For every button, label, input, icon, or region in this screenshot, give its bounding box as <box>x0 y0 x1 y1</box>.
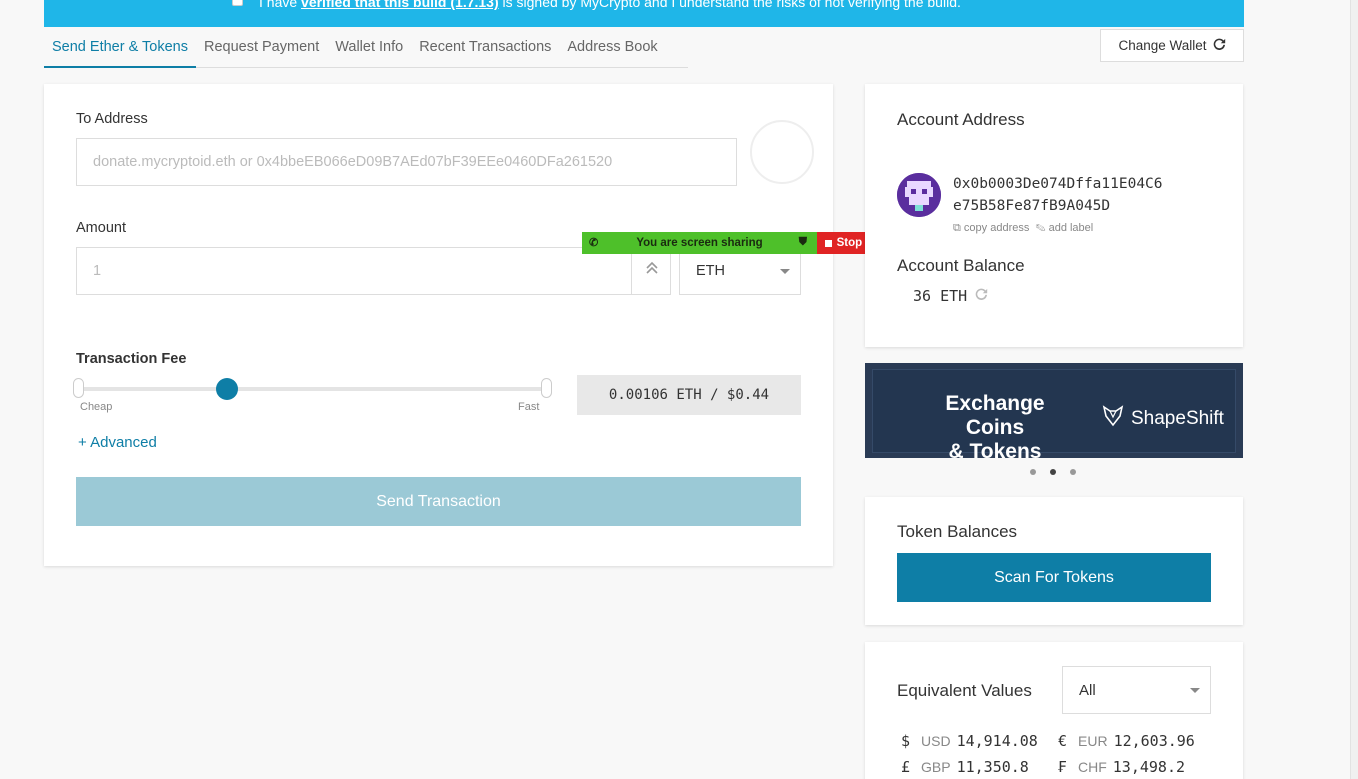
fee-slider-max <box>541 378 552 398</box>
shapeshift-promo[interactable]: Exchange Coins & Tokens ShapeShift <box>865 363 1243 463</box>
equivalent-values-title: Equivalent Values <box>897 681 1032 700</box>
verify-checkbox[interactable] <box>232 0 243 6</box>
rate-value: 12,603.96 <box>1113 732 1195 750</box>
screen-sharing-message: You are screen sharing <box>636 237 763 249</box>
currency-filter-value: All <box>1079 681 1096 699</box>
token-balances-title: Token Balances <box>897 522 1018 541</box>
fee-slider-handle[interactable] <box>216 378 238 400</box>
transaction-fee-label: Transaction Fee <box>76 351 187 367</box>
page-scrollbar[interactable] <box>1350 0 1358 779</box>
account-balance: 36 ETH <box>913 287 988 305</box>
rate-code: USD <box>921 733 951 749</box>
pencil-icon: ✎ <box>1035 222 1046 234</box>
fox-icon <box>1101 404 1125 434</box>
wallet-tabs: Send Ether & Tokens Request Payment Wall… <box>44 34 688 68</box>
carousel-dot-3[interactable] <box>1070 469 1076 475</box>
verify-build-banner: I have verified that this build (1.7.13)… <box>44 0 1244 27</box>
chevron-down-icon <box>1190 688 1200 693</box>
address-actions: ⧉ copy address ✎ add label <box>953 222 1093 235</box>
to-address-label: To Address <box>76 111 148 127</box>
rate-value: 13,498.2 <box>1112 758 1186 776</box>
promo-carousel-dots <box>1030 469 1076 475</box>
unit-select[interactable]: ETH <box>679 247 801 295</box>
account-address-title: Account Address <box>897 110 1025 129</box>
amount-input[interactable]: 1 <box>76 247 671 295</box>
verify-suffix: is signed by MyCrypto and I understand t… <box>498 0 961 10</box>
copy-icon: ⧉ <box>953 222 961 234</box>
verify-text: I have verified that this build (1.7.13)… <box>259 0 961 10</box>
rate-usd: $ USD 14,914.08 <box>901 732 1038 750</box>
rate-value: 14,914.08 <box>956 732 1038 750</box>
shapeshift-headline-line1: Exchange Coins <box>945 392 1045 439</box>
stop-icon <box>824 239 832 247</box>
send-transaction-card: To Address donate.mycryptoid.eth or 0x4b… <box>44 84 833 566</box>
rate-symbol: £ <box>901 758 911 776</box>
account-address-line2: e75B58Fe87fB9A045D <box>953 198 1111 214</box>
rate-eur: € EUR 12,603.96 <box>1058 732 1195 750</box>
fee-value: 0.00106 ETH / $0.44 <box>577 375 801 415</box>
unit-select-value: ETH <box>696 263 725 279</box>
fee-fast-label: Fast <box>518 401 540 413</box>
account-balance-value: 36 ETH <box>913 287 968 305</box>
rate-code: CHF <box>1078 759 1107 775</box>
screen-sharing-bar[interactable]: ✆ You are screen sharing ⛊ <box>582 232 817 254</box>
change-wallet-button[interactable]: Change Wallet <box>1100 29 1244 62</box>
account-balance-title: Account Balance <box>897 256 1025 275</box>
rate-chf: ₣ CHF 13,498.2 <box>1058 758 1185 776</box>
send-everything-button[interactable] <box>631 247 671 294</box>
amount-label: Amount <box>76 220 126 236</box>
double-chevron-up-icon <box>645 261 659 280</box>
rate-symbol: $ <box>901 732 911 750</box>
carousel-dot-1[interactable] <box>1030 469 1036 475</box>
advanced-toggle[interactable]: + Advanced <box>78 434 157 451</box>
tab-wallet-info[interactable]: Wallet Info <box>327 34 411 68</box>
shapeshift-headline-line2: & Tokens <box>948 440 1042 463</box>
shield-icon: ⛊ <box>798 236 807 248</box>
shapeshift-headline: Exchange Coins & Tokens <box>915 392 1075 464</box>
account-address-line1: 0x0b0003De074Dffa11E04C6 <box>953 176 1163 192</box>
token-balances-card: Token Balances Scan For Tokens <box>865 497 1243 625</box>
scan-for-tokens-button[interactable]: Scan For Tokens <box>897 553 1211 602</box>
rate-gbp: £ GBP 11,350.8 <box>901 758 1029 776</box>
add-label-link[interactable]: add label <box>1049 222 1094 234</box>
tab-request-payment[interactable]: Request Payment <box>196 34 327 68</box>
account-card: Account Address 0x0b0003De074Dffa11E04C6… <box>865 84 1243 347</box>
phone-icon: ✆ <box>589 237 599 249</box>
shapeshift-promo-inner: Exchange Coins & Tokens ShapeShift <box>872 369 1236 463</box>
refresh-balance-icon[interactable] <box>975 287 988 305</box>
change-wallet-label: Change Wallet <box>1118 38 1207 53</box>
rate-code: GBP <box>921 759 951 775</box>
shapeshift-brand: ShapeShift <box>1131 408 1224 429</box>
send-transaction-button[interactable]: Send Transaction <box>76 477 801 526</box>
account-address: 0x0b0003De074Dffa11E04C6 e75B58Fe87fB9A0… <box>953 173 1203 217</box>
copy-address-link[interactable]: copy address <box>964 222 1029 234</box>
tab-recent-transactions[interactable]: Recent Transactions <box>411 34 559 68</box>
rate-value: 11,350.8 <box>956 758 1029 776</box>
fee-slider-track[interactable] <box>78 387 548 391</box>
rate-symbol: ₣ <box>1058 758 1068 776</box>
chevron-down-icon <box>780 269 790 274</box>
rate-symbol: € <box>1058 732 1068 750</box>
fee-cheap-label: Cheap <box>80 401 113 413</box>
rate-code: EUR <box>1078 733 1108 749</box>
fee-slider-min <box>73 378 84 398</box>
tab-send-ether-tokens[interactable]: Send Ether & Tokens <box>44 34 196 68</box>
verify-prefix: I have <box>259 0 302 10</box>
amount-placeholder: 1 <box>93 263 102 279</box>
tab-address-book[interactable]: Address Book <box>559 34 665 68</box>
avatar <box>897 173 941 217</box>
to-address-input[interactable]: donate.mycryptoid.eth or 0x4bbeEB066eD09… <box>76 138 737 186</box>
to-address-placeholder: donate.mycryptoid.eth or 0x4bbeEB066eD09… <box>93 154 613 170</box>
verify-link[interactable]: verified that this build (1.7.13) <box>301 0 499 10</box>
carousel-dot-2[interactable] <box>1050 469 1056 475</box>
currency-filter-select[interactable]: All <box>1062 666 1211 714</box>
equivalent-values-card: Equivalent Values All $ USD 14,914.08 € … <box>865 642 1243 779</box>
refresh-icon <box>1213 38 1226 54</box>
shapeshift-logo: ShapeShift <box>1101 404 1224 434</box>
address-identicon-placeholder <box>750 120 814 184</box>
